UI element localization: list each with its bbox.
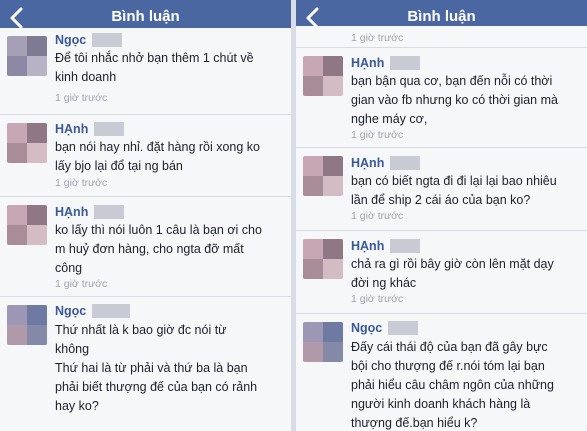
comment-time: 1 giờ trước bbox=[351, 210, 404, 222]
comments-screen-left: Bình luận Ngọc Để tôi nhắc nhở bạn thêm … bbox=[0, 0, 291, 431]
avatar[interactable] bbox=[7, 36, 47, 76]
avatar[interactable] bbox=[303, 56, 343, 96]
comment-author[interactable]: Ngọc bbox=[55, 33, 86, 47]
avatar[interactable] bbox=[303, 322, 343, 362]
comment-time: 1 giờ trước bbox=[351, 129, 404, 141]
blurred-surname bbox=[94, 122, 125, 136]
avatar[interactable] bbox=[7, 205, 47, 245]
comment-author[interactable]: Ngọc bbox=[351, 321, 382, 335]
comment-item: HẠnh bạn nói hay nhỉ. đặt hàng rồi xong … bbox=[0, 115, 291, 197]
comment-text: bạn nói hay nhỉ. đặt hàng rồi xong ko lấ… bbox=[55, 140, 261, 173]
comment-time: 1 giờ trước bbox=[55, 278, 108, 290]
avatar[interactable] bbox=[303, 156, 343, 196]
comment-text: Thứ nhất là k bao giờ đc nói từ không Th… bbox=[55, 323, 258, 413]
comment-author[interactable]: HẠnh bbox=[351, 156, 384, 170]
comment-item: Ngọc Thứ nhất là k bao giờ đc nói từ khô… bbox=[0, 297, 291, 431]
comment-text: ko lấy thì nói luôn 1 câu là bạn ơi cho … bbox=[55, 223, 262, 275]
blurred-surname bbox=[390, 239, 421, 253]
comment-item: HẠnh bạn có biết ngta đi đi lại lại bao … bbox=[296, 148, 587, 231]
page-title: Bình luận bbox=[111, 8, 180, 25]
comment-time: 1 giờ trước bbox=[351, 293, 404, 305]
avatar[interactable] bbox=[7, 123, 47, 163]
comments-screen-right: Bình luận 1 giờ trước HẠnh bạn bận qua c… bbox=[296, 0, 587, 431]
blurred-surname bbox=[92, 33, 123, 47]
comment-author[interactable]: HẠnh bbox=[55, 205, 88, 219]
comment-item: Ngọc Đấy cái thái độ của bạn đã gây bực … bbox=[296, 314, 587, 431]
comment-item: HẠnh chả ra gì rồi bây giờ còn lên mặt d… bbox=[296, 231, 587, 314]
avatar[interactable] bbox=[303, 239, 343, 279]
comment-item: HẠnh bạn bận qua cơ, bạn đến nỗi có thời… bbox=[296, 48, 587, 148]
blurred-surname bbox=[94, 205, 125, 219]
comment-text: bạn có biết ngta đi đi lại lại bao nhiêu… bbox=[351, 174, 557, 207]
comment-list[interactable]: 1 giờ trước HẠnh bạn bận qua cơ, bạn đến… bbox=[296, 26, 587, 431]
comment-text: chả ra gì rồi bây giờ còn lên mặt dạy đờ… bbox=[351, 257, 554, 290]
blurred-surname bbox=[390, 56, 421, 70]
comment-text: Để tôi nhắc nhở bạn thêm 1 chút về kinh … bbox=[55, 51, 254, 84]
comment-item: 1 giờ trước bbox=[296, 26, 587, 48]
comment-author[interactable]: HẠnh bbox=[55, 122, 88, 136]
avatar[interactable] bbox=[7, 305, 47, 345]
comment-item: Ngọc Để tôi nhắc nhở bạn thêm 1 chút về … bbox=[0, 28, 291, 115]
comment-author[interactable]: HẠnh bbox=[351, 56, 384, 70]
comment-time: 1 giờ trước bbox=[55, 92, 108, 104]
comment-time: 1 giờ trước bbox=[55, 177, 108, 189]
comment-list[interactable]: Ngọc Để tôi nhắc nhở bạn thêm 1 chút về … bbox=[0, 28, 291, 431]
blurred-surname bbox=[92, 304, 131, 318]
comment-text: bạn bận qua cơ, bạn đến nỗi có thời gian… bbox=[351, 74, 558, 126]
comment-text: Đấy cái thái độ của bạn đã gây bực bội c… bbox=[351, 340, 554, 430]
page-title: Bình luận bbox=[407, 8, 476, 25]
comment-item: HẠnh ko lấy thì nói luôn 1 câu là bạn ơi… bbox=[0, 197, 291, 297]
comment-time: 1 giờ trước bbox=[351, 32, 404, 44]
blurred-surname bbox=[388, 321, 419, 335]
comment-author[interactable]: Ngọc bbox=[55, 304, 86, 318]
blurred-surname bbox=[390, 156, 421, 170]
comment-author[interactable]: HẠnh bbox=[351, 239, 384, 253]
